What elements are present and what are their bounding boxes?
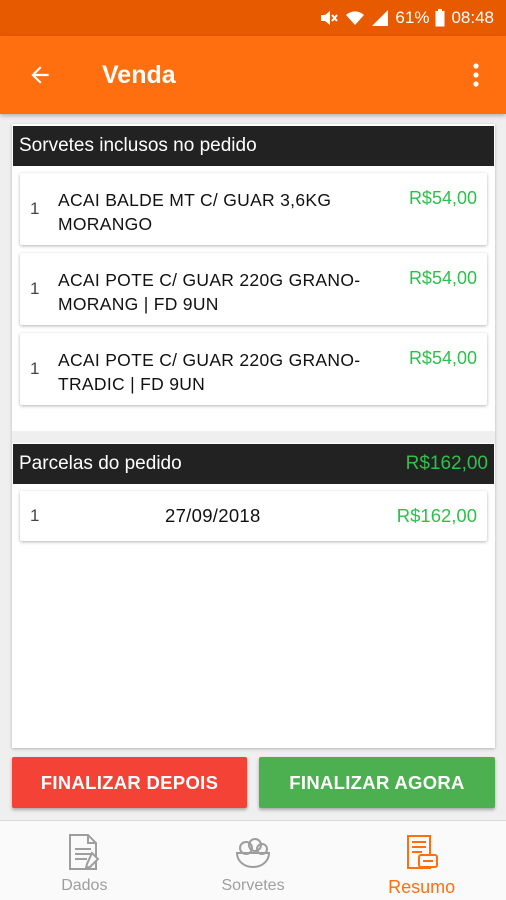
parcels-section-title: Parcelas do pedido (19, 453, 182, 474)
signal-icon (371, 9, 389, 27)
status-bar: 61% 08:48 (0, 0, 506, 36)
nav-label: Sorvetes (221, 877, 285, 894)
item-quantity: 1 (30, 279, 40, 298)
ice-cream-bowl-icon (233, 833, 273, 871)
item-price: R$54,00 (408, 188, 477, 208)
parcel-value: R$162,00 (396, 505, 477, 526)
overflow-menu-button[interactable] (446, 36, 506, 114)
item-quantity: 1 (30, 359, 40, 378)
clock: 08:48 (451, 8, 494, 27)
item-price: R$54,00 (408, 268, 477, 288)
arrow-left-icon (31, 66, 49, 84)
wifi-icon (345, 9, 365, 27)
order-item[interactable]: 1 ACAI BALDE MT C/ GUAR 3,6KG MORANGO R$… (20, 173, 487, 245)
section-divider (12, 431, 495, 443)
order-summary-card: Sorvetes inclusos no pedido 1 ACAI BALDE… (12, 124, 495, 748)
order-item[interactable]: 1 ACAI POTE C/ GUAR 220G GRANO-MORANG | … (20, 253, 487, 325)
bottom-navigation: Dados Sorvetes Resumo (0, 820, 506, 900)
nav-item-resumo[interactable]: Resumo (337, 821, 506, 900)
parcels-section-header: Parcelas do pedido R$162,00 (13, 444, 494, 484)
battery-percent: 61% (395, 8, 430, 27)
order-item[interactable]: 1 ACAI POTE C/ GUAR 220G GRANO-TRADIC | … (20, 333, 487, 405)
parcel-number: 1 (30, 506, 40, 525)
item-quantity: 1 (30, 199, 40, 218)
nav-label: Dados (61, 877, 108, 894)
item-description: ACAI BALDE MT C/ GUAR 3,6KG MORANGO (58, 190, 332, 234)
items-section-header: Sorvetes inclusos no pedido (13, 126, 494, 166)
finish-now-button[interactable]: FINALIZAR AGORA (259, 757, 495, 808)
app-bar: Venda (0, 36, 506, 114)
parcels-total: R$162,00 (405, 453, 488, 474)
mute-icon (319, 9, 339, 27)
items-section-title: Sorvetes inclusos no pedido (19, 135, 257, 156)
item-description: ACAI POTE C/ GUAR 220G GRANO-TRADIC | FD… (58, 350, 361, 394)
receipt-icon (403, 833, 441, 871)
back-button[interactable] (0, 36, 80, 114)
item-price: R$54,00 (408, 348, 477, 368)
nav-item-sorvetes[interactable]: Sorvetes (169, 821, 338, 900)
page-title: Venda (102, 60, 176, 89)
finish-later-button[interactable]: FINALIZAR DEPOIS (12, 757, 247, 808)
nav-label: Resumo (388, 877, 456, 897)
more-vertical-icon (473, 63, 479, 87)
parcel-row[interactable]: 1 27/09/2018 R$162,00 (20, 491, 487, 541)
parcel-date: 27/09/2018 (165, 505, 261, 526)
item-description: ACAI POTE C/ GUAR 220G GRANO-MORANG | FD… (58, 270, 361, 314)
nav-item-dados[interactable]: Dados (0, 821, 169, 900)
document-icon (66, 833, 102, 871)
battery-icon (435, 9, 445, 27)
